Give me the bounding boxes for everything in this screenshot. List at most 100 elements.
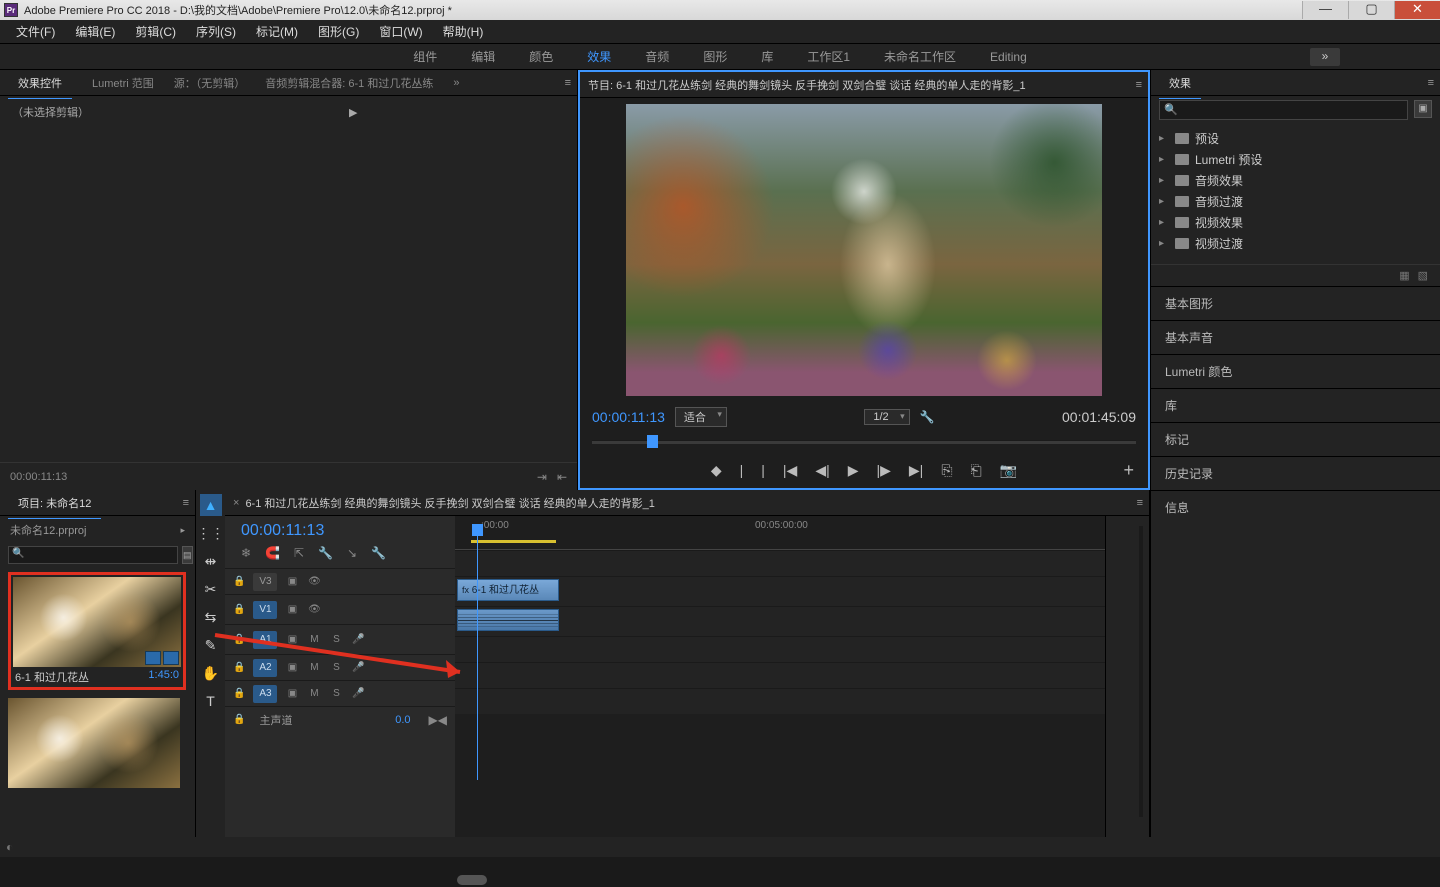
ws-tab-color[interactable]: 颜色 [529,48,553,65]
close-button[interactable]: ✕ [1394,1,1440,19]
menu-window[interactable]: 窗口(W) [369,23,432,40]
fx-toggle[interactable]: ▣ [285,576,299,587]
menu-file[interactable]: 文件(F) [6,23,65,40]
ws-tab-editing-en[interactable]: Editing [990,50,1027,64]
step-forward-icon[interactable]: |▶ [877,462,891,479]
track-header-master[interactable]: 🔒 主声道 0.0 ▶◀ [225,706,455,732]
menu-graphics[interactable]: 图形(G) [308,23,369,40]
track-header-v3[interactable]: 🔒 V3 ▣ 👁 [225,568,455,594]
effects-search-input[interactable] [1159,100,1408,120]
mark-out-icon[interactable]: | [740,462,744,478]
lock-icon[interactable]: 🔒 [233,634,245,645]
sequence-name[interactable]: 6-1 和过几花丛练剑 经典的舞剑镜头 反手挽剑 双剑合璧 谈话 经典的单人走的… [245,495,654,511]
panel-menu-icon[interactable]: ≡ [1428,77,1432,89]
tab-lumetri-scopes[interactable]: Lumetri 范围 [92,75,154,91]
insert-icon[interactable]: ↘ [347,546,357,560]
tree-item-audio-fx[interactable]: ▸音频效果 [1151,170,1440,191]
record-toggle[interactable]: 🎤 [351,634,365,645]
lock-icon[interactable]: 🔒 [233,576,245,587]
program-timecode[interactable]: 00:00:11:13 [592,409,665,425]
resolution-dropdown[interactable]: 1/2 [864,409,909,425]
track-label[interactable]: A1 [253,631,277,649]
eye-toggle[interactable]: 👁 [307,604,321,615]
tree-item-video-fx[interactable]: ▸视频效果 [1151,212,1440,233]
type-tool[interactable]: T [200,690,222,712]
track-header-v1[interactable]: 🔒 V1 ▣ 👁 [225,594,455,624]
fx-toggle[interactable]: ▣ [285,662,299,673]
project-clip-1[interactable]: 6-1 和过几花丛 1:45:0 [8,572,186,690]
track-master[interactable] [455,688,1105,714]
settings-wrench-icon[interactable]: 🔧 [920,410,935,424]
wrench-icon[interactable]: 🔧 [371,546,386,560]
panel-menu-icon[interactable]: ≡ [1137,497,1141,509]
track-label[interactable]: V1 [253,601,277,619]
record-toggle[interactable]: 🎤 [351,662,365,673]
fx-toggle[interactable]: ▣ [285,688,299,699]
timeline-clip-audio[interactable] [457,609,559,631]
tree-item-lumetri[interactable]: ▸Lumetri 预设 [1151,149,1440,170]
keyframe-add-icon[interactable]: ⇤ [557,470,567,484]
panel-essential-sound[interactable]: 基本声音 [1151,320,1440,354]
panel-menu-icon[interactable]: ≡ [1136,79,1140,91]
timeline-tracks-area[interactable]: :00:00 00:05:00:00 fx 6-1 和过几花丛 [455,516,1105,857]
tab-effects[interactable]: 效果 [1159,71,1201,95]
step-back-icon[interactable]: ◀| [815,462,829,479]
tree-item-presets[interactable]: ▸预设 [1151,128,1440,149]
solo-toggle[interactable]: S [329,662,343,673]
track-label[interactable]: A3 [253,685,277,703]
track-label[interactable]: V3 [253,573,277,591]
go-to-in-icon[interactable]: |◀ [783,462,797,479]
menu-edit[interactable]: 编辑(E) [65,23,125,40]
track-header-a3[interactable]: 🔒 A3 ▣ M S 🎤 [225,680,455,706]
track-header-a1[interactable]: 🔒 A1 ▣ M S 🎤 [225,624,455,654]
go-to-out-icon[interactable]: ▶| [909,462,923,479]
maximize-button[interactable]: ▢ [1348,1,1394,19]
play-icon[interactable]: ▶ [848,462,859,479]
slip-tool[interactable]: ⇆ [200,606,222,628]
menu-marker[interactable]: 标记(M) [246,23,308,40]
timeline-clip-video[interactable]: fx 6-1 和过几花丛 [457,579,559,601]
menu-help[interactable]: 帮助(H) [433,23,494,40]
record-toggle[interactable]: 🎤 [351,688,365,699]
view-icon-1[interactable]: ▦ [1399,269,1409,282]
track-label[interactable]: A2 [253,659,277,677]
panel-info[interactable]: 信息 [1151,490,1440,524]
fx-toggle[interactable]: ▣ [285,634,299,645]
chevron-right-icon[interactable]: ▸ [180,525,185,536]
minimize-button[interactable]: — [1302,1,1348,19]
snap-icon[interactable]: ❄ [241,546,251,560]
track-a1[interactable] [455,606,1105,636]
timeline-ruler[interactable]: :00:00 00:05:00:00 [455,516,1105,550]
ws-tab-assembly[interactable]: 组件 [413,48,437,65]
button-editor-icon[interactable]: + [1123,460,1134,481]
razor-tool[interactable]: ✂ [200,578,222,600]
tab-project[interactable]: 项目: 未命名12 [8,491,101,515]
tab-source[interactable]: 源：（无剪辑） [174,75,246,91]
panel-menu-icon[interactable]: ≡ [183,497,187,509]
timeline-timecode[interactable]: 00:00:11:13 [225,516,455,544]
track-v3[interactable] [455,550,1105,576]
track-select-tool[interactable]: ⋮⋮ [200,522,222,544]
timeline-h-scrollbar[interactable] [455,873,1105,887]
project-breadcrumb[interactable]: 未命名12.prproj [10,522,86,538]
tree-item-audio-trans[interactable]: ▸音频过渡 [1151,191,1440,212]
panel-essential-graphics[interactable]: 基本图形 [1151,286,1440,320]
panel-history[interactable]: 历史记录 [1151,456,1440,490]
panel-menu-icon[interactable]: ≡ [565,77,569,89]
panel-libraries[interactable]: 库 [1151,388,1440,422]
tabs-overflow[interactable]: » [453,77,459,89]
zoom-fit-dropdown[interactable]: 适合 [675,407,727,427]
mute-toggle[interactable]: M [307,662,321,673]
panel-markers[interactable]: 标记 [1151,422,1440,456]
track-a2[interactable] [455,636,1105,662]
view-icon-2[interactable]: ▧ [1418,269,1428,282]
settings-icon[interactable]: 🔧 [318,546,333,560]
mute-toggle[interactable]: M [307,688,321,699]
keyframe-icon[interactable]: ▶◀ [429,713,447,727]
track-header-a2[interactable]: 🔒 A2 ▣ M S 🎤 [225,654,455,680]
ws-tab-editing[interactable]: 编辑 [471,48,495,65]
playhead-handle[interactable] [472,524,483,536]
lock-icon[interactable]: 🔒 [233,604,245,615]
ws-overflow-button[interactable]: » [1310,48,1340,66]
ws-tab-ws1[interactable]: 工作区1 [807,48,850,65]
